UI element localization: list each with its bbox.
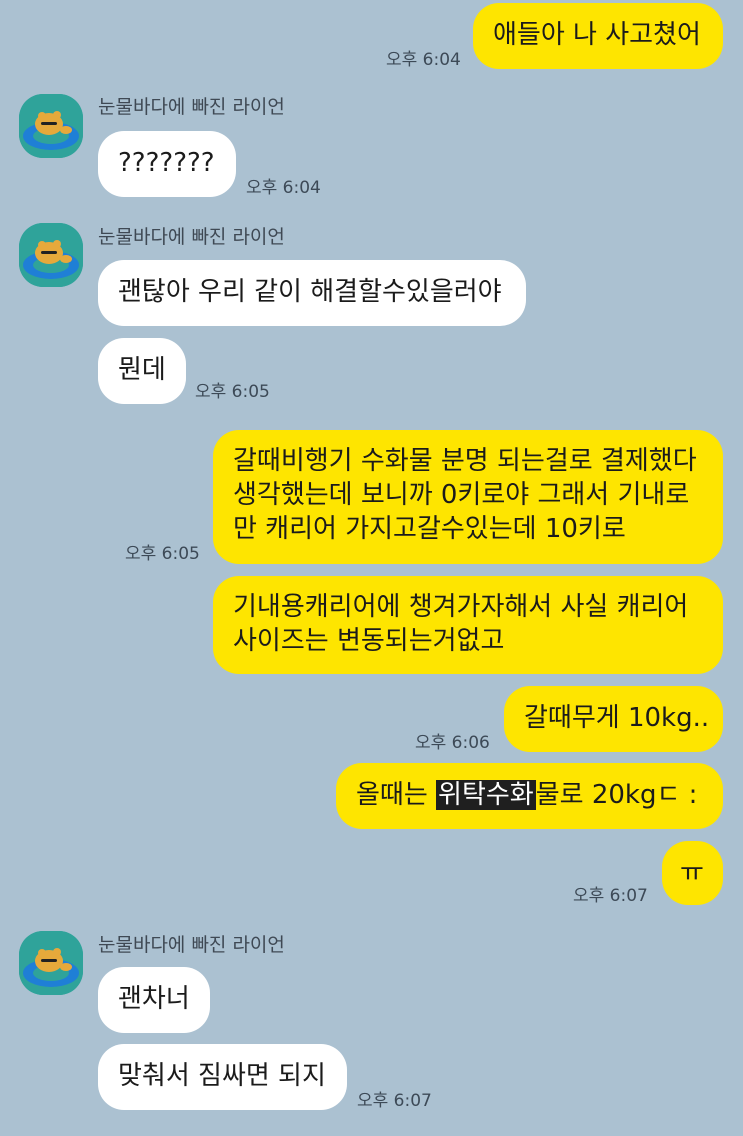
their-message-bubble[interactable]: 괜차너: [98, 967, 210, 1033]
message-time: 오후 6:04: [246, 178, 321, 198]
my-message-bubble[interactable]: 갈때비행기 수화물 분명 되는걸로 결제했다 생각했는데 보니까 0키로야 그래…: [213, 430, 723, 564]
my-message-bubble[interactable]: 기내용캐리어에 챙겨가자해서 사실 캐리어 사이즈는 변동되는거없고: [213, 576, 723, 674]
their-message-bubble[interactable]: 뭔데: [98, 338, 186, 404]
sender-name: 눈물바다에 빠진 라이언: [98, 934, 285, 956]
ryan-in-tube-avatar-icon[interactable]: [19, 931, 83, 995]
ryan-in-tube-avatar-icon[interactable]: [19, 94, 83, 158]
their-message-bubble[interactable]: 맞춰서 짐싸면 되지: [98, 1044, 347, 1110]
message-time: 오후 6:07: [573, 886, 648, 906]
my-message-bubble[interactable]: 올때는 위탁수화물로 20kgㄷ :: [336, 763, 723, 829]
message-time: 오후 6:07: [357, 1091, 432, 1111]
message-line: 만 캐리어 가지고갈수있는데 10키로: [233, 514, 626, 544]
message-line: 갈때비행기 수화물 분명 되는걸로 결제했다: [233, 446, 697, 476]
message-line: 사이즈는 변동되는거없고: [233, 626, 505, 656]
sender-name: 눈물바다에 빠진 라이언: [98, 226, 285, 248]
message-line: 생각했는데 보니까 0키로야 그래서 기내로: [233, 480, 690, 510]
message-text: 뭔데: [118, 355, 166, 385]
highlighted-text: 위탁수화: [436, 780, 536, 810]
their-message-bubble[interactable]: ???????: [98, 131, 236, 197]
message-text: 올때는: [356, 780, 437, 810]
their-message-bubble[interactable]: 괜탆아 우리 같이 해결할수있을러야: [98, 260, 526, 326]
message-time: 오후 6:04: [386, 50, 461, 70]
my-message-bubble[interactable]: 갈때무게 10kg..: [504, 686, 723, 752]
message-time: 오후 6:05: [125, 544, 200, 564]
message-text: 괜탆아 우리 같이 해결할수있을러야: [118, 277, 502, 307]
my-message-bubble[interactable]: ㅠ: [662, 841, 723, 905]
message-line: 기내용캐리어에 챙겨가자해서 사실 캐리어: [233, 592, 689, 622]
message-text: ㅠ: [680, 858, 704, 888]
message-text: ???????: [118, 148, 215, 178]
sender-name: 눈물바다에 빠진 라이언: [98, 96, 285, 118]
ryan-in-tube-avatar-icon[interactable]: [19, 223, 83, 287]
message-text: 괜차너: [118, 984, 190, 1014]
my-message-bubble[interactable]: 애들아 나 사고쳤어: [473, 3, 723, 69]
message-time: 오후 6:05: [195, 382, 270, 402]
message-time: 오후 6:06: [415, 733, 490, 753]
message-text: 애들아 나 사고쳤어: [493, 20, 701, 50]
message-text: 물로 20kgㄷ :: [535, 780, 698, 810]
message-text: 맞춰서 짐싸면 되지: [118, 1061, 326, 1091]
message-text: 갈때무게 10kg..: [524, 703, 710, 733]
